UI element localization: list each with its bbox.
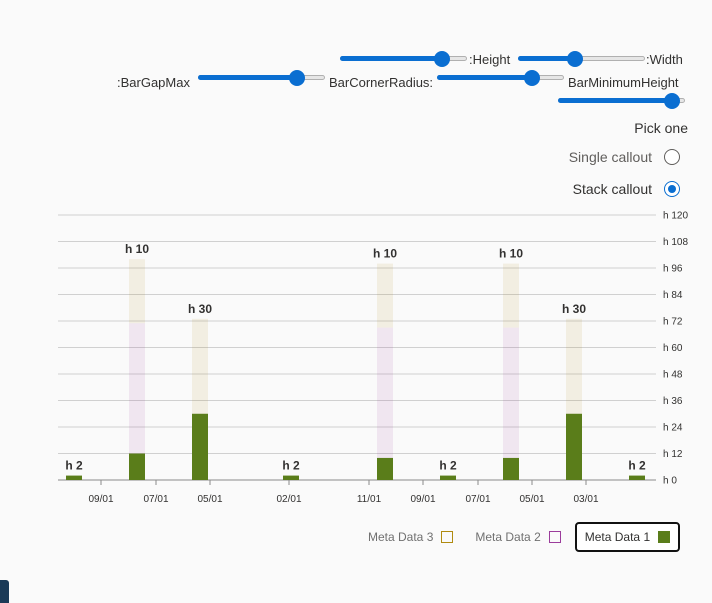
callout-group-label: Pick one (634, 120, 688, 136)
x-tick-label: 07/01 (143, 494, 168, 505)
bar-segment (440, 475, 456, 480)
bar-segment (66, 475, 82, 480)
bar-data-label: h 30 (562, 302, 586, 316)
stack-callout-label: Stack callout (572, 181, 652, 197)
bar-segment (192, 318, 208, 414)
single-callout-option[interactable]: Single callout (569, 149, 680, 165)
bar-min-height-slider[interactable] (558, 93, 685, 111)
bar-segment (566, 318, 582, 414)
bar-segment (503, 457, 519, 480)
x-tick-label: 03/01 (573, 494, 598, 505)
height-slider[interactable] (340, 51, 467, 69)
bar-segment (503, 327, 519, 458)
bar-data-label: h 30 (188, 302, 212, 316)
bar-segment (192, 413, 208, 480)
bar-data-label: h 10 (499, 247, 523, 261)
single-callout-label: Single callout (568, 149, 652, 165)
bar-corner-radius-slider[interactable] (437, 70, 564, 88)
y-tick-label: h 84 (663, 290, 683, 301)
legend-label-meta-data-3: Meta Data 3 (368, 530, 434, 544)
legend-label-meta-data-1: Meta Data 1 (584, 530, 651, 544)
y-tick-label: h 108 (663, 237, 688, 248)
stack-callout-radio[interactable] (664, 181, 680, 197)
y-tick-label: h 48 (663, 370, 683, 381)
legend-swatch-meta-data-3 (441, 531, 454, 543)
x-tick-label: 09/01 (410, 494, 435, 505)
bar-segment (129, 453, 145, 480)
bar-data-label: h 2 (65, 459, 83, 473)
bar-segment (129, 259, 145, 324)
legend-item-meta-data-1[interactable]: Meta Data 1 (574, 522, 681, 552)
bar-segment (283, 475, 299, 480)
bar-data-label: h 10 (373, 247, 397, 261)
bar-segment (129, 323, 145, 454)
y-tick-label: h 72 (663, 317, 683, 328)
y-tick-label: h 96 (663, 264, 683, 275)
bar-segment (629, 475, 645, 480)
corner-tab (0, 580, 9, 603)
x-tick-label: 05/01 (519, 494, 544, 505)
height-label: :Height (469, 52, 511, 67)
bar-segment (377, 263, 393, 328)
legend-label-meta-data-2: Meta Data 2 (475, 530, 541, 544)
y-tick-label: h 60 (663, 343, 683, 354)
bar-data-label: h 2 (628, 459, 646, 473)
single-callout-radio[interactable] (664, 149, 680, 165)
x-tick-label: 02/01 (276, 494, 301, 505)
bar-chart: h 0 h 12 h 24 h 36 h 48 h 60 h 72 h 84 h 96 h 108… (58, 211, 688, 505)
bar-segment (503, 263, 519, 328)
y-tick-label: h 24 (663, 423, 683, 434)
x-tick-label: 05/01 (197, 494, 222, 505)
x-tick-label: 07/01 (465, 494, 490, 505)
legend-swatch-meta-data-2 (548, 531, 561, 543)
y-tick-label: h 0 (663, 476, 677, 487)
legend-item-meta-data-3[interactable]: Meta Data 3 (360, 524, 461, 550)
legend-item-meta-data-2[interactable]: Meta Data 2 (467, 524, 568, 550)
bar-data-label: h 10 (125, 242, 149, 256)
y-tick-label: h 36 (663, 396, 683, 407)
bar-corner-radius-label: BarCornerRadius: (329, 75, 434, 90)
legend-swatch-meta-data-1 (658, 531, 671, 543)
x-tick-label: 11/01 (357, 494, 382, 505)
bar-gap-max-slider[interactable] (198, 70, 325, 88)
chart-legend: Meta Data 3 Meta Data 2 Meta Data 1 (360, 522, 681, 552)
width-label: :Width (646, 52, 683, 67)
bar-min-height-label: BarMinimumHeight (568, 75, 679, 90)
bar-data-label: h 2 (282, 459, 300, 473)
y-tick-label: h 120 (663, 211, 688, 222)
x-tick-label: 09/01 (88, 494, 113, 505)
y-tick-label: h 12 (663, 449, 683, 460)
bar-data-label: h 2 (439, 459, 457, 473)
width-slider[interactable] (518, 51, 645, 69)
bar-segment (377, 327, 393, 458)
bar-segment (566, 413, 582, 480)
bar-gap-max-label: :BarGapMax (117, 75, 190, 90)
bar-segment (377, 457, 393, 480)
stack-callout-option[interactable]: Stack callout (573, 181, 680, 197)
